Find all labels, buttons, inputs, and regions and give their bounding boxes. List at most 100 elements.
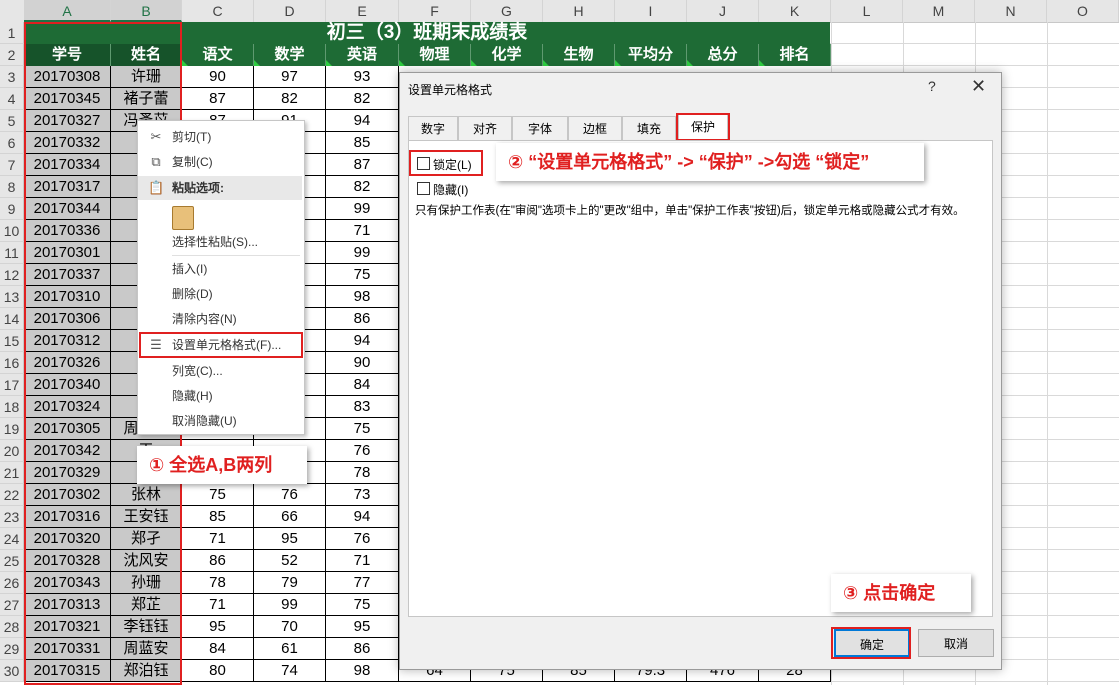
row-header-29[interactable]: 29 — [0, 638, 24, 660]
table-cell[interactable]: 20170345 — [24, 88, 111, 110]
column-header-e[interactable]: E — [326, 0, 399, 22]
hidden-checkbox[interactable] — [417, 182, 430, 195]
table-cell[interactable]: 李钰钰 — [111, 616, 182, 638]
table-cell[interactable]: 20170328 — [24, 550, 111, 572]
help-button[interactable]: ? — [928, 78, 936, 94]
table-cell[interactable]: 61 — [254, 638, 326, 660]
header-cell[interactable]: 平均分 — [615, 44, 687, 66]
table-cell[interactable]: 85 — [326, 132, 399, 154]
tab-font[interactable]: 字体 — [512, 116, 568, 140]
column-header-h[interactable]: H — [543, 0, 615, 22]
row-header-2[interactable]: 2 — [0, 44, 24, 66]
table-cell[interactable]: 20170313 — [24, 594, 111, 616]
column-header-i[interactable]: I — [615, 0, 687, 22]
table-cell[interactable]: 20170332 — [24, 132, 111, 154]
column-header-b[interactable]: B — [111, 0, 182, 22]
table-cell[interactable]: 79 — [254, 572, 326, 594]
table-cell[interactable]: 90 — [326, 352, 399, 374]
table-cell[interactable]: 20170336 — [24, 220, 111, 242]
table-cell[interactable]: 20170302 — [24, 484, 111, 506]
table-cell[interactable]: 90 — [182, 66, 254, 88]
table-cell[interactable]: 99 — [326, 242, 399, 264]
table-cell[interactable]: 20170329 — [24, 462, 111, 484]
header-cell[interactable]: 排名 — [759, 44, 831, 66]
table-cell[interactable]: 87 — [326, 154, 399, 176]
tab-number[interactable]: 数字 — [408, 116, 458, 140]
table-cell[interactable]: 80 — [182, 660, 254, 682]
table-cell[interactable]: 20170316 — [24, 506, 111, 528]
row-header-10[interactable]: 10 — [0, 220, 24, 242]
table-cell[interactable]: 94 — [326, 330, 399, 352]
table-cell[interactable]: 20170331 — [24, 638, 111, 660]
column-header-g[interactable]: G — [471, 0, 543, 22]
table-cell[interactable]: 20170315 — [24, 660, 111, 682]
table-cell[interactable]: 84 — [182, 638, 254, 660]
table-cell[interactable]: 82 — [326, 88, 399, 110]
menu-item-copy[interactable]: ⧉ 复制(C) — [138, 150, 302, 174]
header-cell[interactable]: 学号 — [24, 44, 111, 66]
table-cell[interactable]: 20170334 — [24, 154, 111, 176]
table-cell[interactable]: 20170342 — [24, 440, 111, 462]
table-cell[interactable]: 94 — [326, 506, 399, 528]
menu-item-clear[interactable]: 清除内容(N) — [138, 307, 302, 331]
column-header-j[interactable]: J — [687, 0, 759, 22]
table-cell[interactable]: 20170326 — [24, 352, 111, 374]
table-cell[interactable]: 94 — [326, 110, 399, 132]
table-cell[interactable]: 93 — [326, 66, 399, 88]
row-header-19[interactable]: 19 — [0, 418, 24, 440]
table-cell[interactable]: 20170308 — [24, 66, 111, 88]
table-cell[interactable]: 75 — [326, 264, 399, 286]
locked-label[interactable]: 锁定(L) — [433, 156, 472, 173]
table-cell[interactable]: 20170301 — [24, 242, 111, 264]
locked-checkbox[interactable] — [417, 157, 430, 170]
row-header-9[interactable]: 9 — [0, 198, 24, 220]
row-header-17[interactable]: 17 — [0, 374, 24, 396]
hidden-label[interactable]: 隐藏(I) — [433, 181, 468, 198]
table-cell[interactable]: 20170310 — [24, 286, 111, 308]
table-cell[interactable]: 20170312 — [24, 330, 111, 352]
table-cell[interactable]: 95 — [182, 616, 254, 638]
column-header-o[interactable]: O — [1047, 0, 1119, 22]
table-cell[interactable]: 20170320 — [24, 528, 111, 550]
select-all-corner[interactable] — [0, 0, 25, 22]
table-cell[interactable]: 许珊 — [111, 66, 182, 88]
table-cell[interactable]: 84 — [326, 374, 399, 396]
row-header-20[interactable]: 20 — [0, 440, 24, 462]
table-cell[interactable]: 20170306 — [24, 308, 111, 330]
table-cell[interactable]: 20170321 — [24, 616, 111, 638]
header-cell[interactable]: 化学 — [471, 44, 543, 66]
menu-item-paste-special[interactable]: 选择性粘贴(S)... — [138, 230, 302, 254]
table-cell[interactable]: 83 — [326, 396, 399, 418]
table-cell[interactable]: 98 — [326, 660, 399, 682]
table-cell[interactable]: 82 — [326, 176, 399, 198]
menu-item-insert[interactable]: 插入(I) — [138, 257, 302, 281]
header-cell[interactable]: 姓名 — [111, 44, 182, 66]
table-cell[interactable]: 86 — [326, 308, 399, 330]
column-header-n[interactable]: N — [975, 0, 1047, 22]
menu-item-unhide[interactable]: 取消隐藏(U) — [138, 409, 302, 433]
row-header-28[interactable]: 28 — [0, 616, 24, 638]
table-cell[interactable]: 76 — [326, 528, 399, 550]
cancel-button[interactable]: 取消 — [918, 629, 994, 657]
table-cell[interactable]: 85 — [182, 506, 254, 528]
table-cell[interactable]: 20170305 — [24, 418, 111, 440]
table-cell[interactable]: 99 — [254, 594, 326, 616]
table-cell[interactable]: 76 — [254, 484, 326, 506]
table-cell[interactable]: 77 — [326, 572, 399, 594]
paste-button[interactable] — [138, 203, 302, 231]
row-header-14[interactable]: 14 — [0, 308, 24, 330]
table-cell[interactable]: 20170324 — [24, 396, 111, 418]
table-cell[interactable]: 75 — [326, 594, 399, 616]
table-cell[interactable]: 71 — [326, 220, 399, 242]
menu-item-column-width[interactable]: 列宽(C)... — [138, 359, 302, 383]
header-cell[interactable]: 英语 — [326, 44, 399, 66]
column-header-l[interactable]: L — [831, 0, 903, 22]
row-header-21[interactable]: 21 — [0, 462, 24, 484]
row-header-24[interactable]: 24 — [0, 528, 24, 550]
sheet-title[interactable]: 初三（3）班期末成绩表 — [24, 22, 830, 44]
row-header-5[interactable]: 5 — [0, 110, 24, 132]
table-cell[interactable]: 82 — [254, 88, 326, 110]
table-cell[interactable]: 周蓝安 — [111, 638, 182, 660]
row-header-30[interactable]: 30 — [0, 660, 24, 682]
table-cell[interactable]: 87 — [182, 88, 254, 110]
